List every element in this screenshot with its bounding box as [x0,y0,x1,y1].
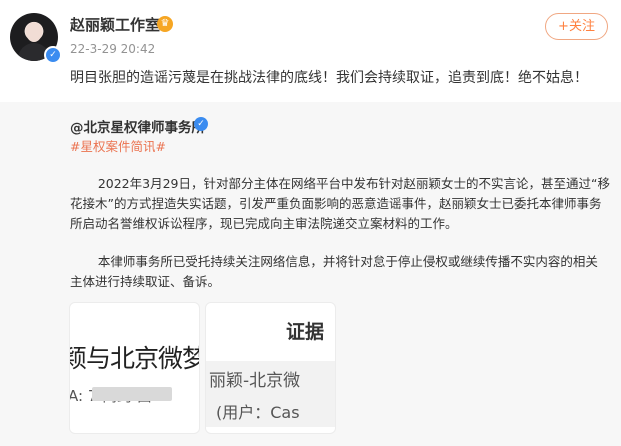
thumb2-line1: 证据 [286,321,325,343]
follow-button[interactable]: +关注 [545,13,608,40]
reposted-content[interactable]: @北京星权律师事务所 ✓ #星权案件简讯# 2022年3月29日，针对部分主体在… [0,102,621,446]
member-crown-icon: ♛ [157,16,173,32]
thumb1-line1: 颖与北京微梦 [69,344,200,373]
repost-paragraph-1: 2022年3月29日，针对部分主体在网络平台中发布针对赵丽颖女士的不实言论，甚至… [70,174,610,234]
post-time[interactable]: 22-3-29 20:42 [70,42,155,56]
repost-verified-icon: ✓ [194,117,208,131]
author-name[interactable]: 赵丽颖工作室 [70,14,160,35]
image-thumbnail-2[interactable]: 证据 丽颖-北京微 (用户：Cas [205,302,336,434]
repost-paragraph-2: 本律师事务所已受托持续关注网络信息，并将针对怠于停止侵权或继续传播不实内容的相关… [70,252,610,292]
post-text: 明目张胆的造谣污蔑是在挑战法律的底线！我们会持续取证，追责到底！绝不姑息！ [70,70,588,86]
weibo-post: ✓ 赵丽颖工作室 ♛ 22-3-29 20:42 +关注 明目张胆的造谣污蔑是在… [0,0,621,446]
repost-author[interactable]: @北京星权律师事务所 [70,116,205,136]
thumb2-line3: (用户：Cas [216,403,300,422]
image-thumbnail-1[interactable]: 颖与北京微梦 A: 7 简约 由 [69,302,200,434]
thumb1-redacted-block [92,387,172,401]
avatar-face [26,22,42,42]
thumb2-line2: 丽颖-北京微 [209,371,301,391]
topic-hashtag[interactable]: #星权案件简讯# [70,136,166,155]
verified-badge-icon: ✓ [44,46,62,64]
repost-paragraph-2-text: 本律师事务所已受托持续关注网络信息，并将针对怠于停止侵权或继续传播不实内容的相关… [70,254,598,289]
repost-paragraph-1-text: 2022年3月29日，针对部分主体在网络平台中发布针对赵丽颖女士的不实言论，甚至… [70,176,610,231]
